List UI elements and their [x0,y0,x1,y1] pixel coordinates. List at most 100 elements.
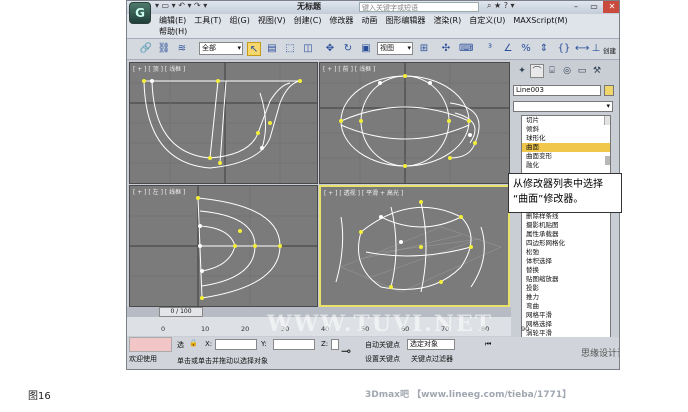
modifier-list-item[interactable]: 网格平滑 [522,311,610,320]
menu-item[interactable]: MAXScript(M) [513,16,567,25]
align-icon[interactable]: ⊥ [589,42,603,56]
menu-item[interactable]: 创建(C) [294,16,322,25]
modifier-list-item[interactable]: 松弛 [522,248,610,257]
title-icons[interactable]: ⌕ ★ ? ▾ [487,1,515,11]
menu-item[interactable]: 工具(T) [194,16,221,25]
modifier-list-item[interactable]: 删除样条线 [522,212,610,221]
menu-item[interactable]: 帮助(H) [159,27,187,36]
z-coordinate-field[interactable] [331,339,339,350]
y-label: Y: [261,340,267,348]
mirror-icon[interactable]: ⟷ [575,42,589,56]
front-view-drawing [320,63,509,183]
key-filter-select[interactable]: 选定对象 [407,339,455,350]
modifier-list-item[interactable]: 属性承载器 [522,230,610,239]
ref-coord-dropdown[interactable]: 视图 [377,42,413,55]
modifier-list-item[interactable]: 球形化 [522,134,610,143]
unlink-icon[interactable]: ⛓ [157,42,171,56]
object-color-swatch[interactable] [604,85,614,96]
modifier-list-item[interactable]: 投影 [522,284,610,293]
modifier-list-dropdown[interactable] [513,101,613,112]
menu-item[interactable]: 渲染(R) [433,16,461,25]
lock-icon[interactable]: 🔒 [189,339,198,347]
modifier-list-item[interactable]: 体积选择 [522,257,610,266]
go-to-start-icon[interactable]: ⏮ [485,340,491,349]
scale-icon[interactable]: ▣ [359,42,373,56]
quick-access-toolbar[interactable]: ▾ ▭ ▾ ↶ ▾ ↷ ▾ [155,1,207,10]
modifier-list-scrollbar[interactable] [604,116,610,165]
menu-item[interactable]: 编辑(E) [159,16,186,25]
modifier-list-item[interactable]: 摄影机贴图 [522,221,610,230]
menu-item[interactable]: 自定义(U) [469,16,505,25]
modifier-list-item[interactable]: 曲面变形 [522,152,610,161]
prompt-line: 单击或单击并拖动以选择对象 [177,357,268,365]
auto-key-button[interactable]: 自动关键点 [365,340,400,350]
hierarchy-tab-icon[interactable]: ⌸ [545,64,559,78]
create-tab-icon[interactable]: ✦ [515,64,529,78]
viewport-perspective[interactable]: [ + ] [ 透视 ] [ 平滑 + 高光 ] [319,185,510,307]
rotate-icon[interactable]: ↻ [341,42,355,56]
keyboard-shortcut-icon[interactable]: ⌨ [459,42,473,56]
top-view-drawing [130,63,317,183]
modifier-list[interactable]: 切片 倾斜 球形化 曲面 曲面变形 融化删除样条线 摄影机贴图 属性承载器 四边形网格化 松弛 体积… [521,115,611,369]
create-label[interactable]: 创建 [603,45,616,55]
modifier-list-item[interactable]: 替换 [522,266,610,275]
display-tab-icon[interactable]: ▭ [575,64,589,78]
selection-filter-dropdown[interactable]: 全部 [199,42,243,55]
key-filters-button[interactable]: 关键点过滤器 [411,354,453,364]
z-label: Z: [321,340,329,348]
link-icon[interactable]: 🔗 [139,42,153,56]
close-button[interactable]: ✕ [603,1,619,13]
set-key-button[interactable]: 设置关键点 [365,354,400,364]
maxscript-listener[interactable] [129,337,172,352]
scroll-thumb[interactable] [605,156,610,165]
track-bar-tick: 90 [521,325,530,333]
pivot-icon[interactable]: ⊞ [417,42,431,56]
track-bar-tick: 0 [161,325,166,333]
menu-item[interactable]: 组(G) [229,16,249,25]
named-sel-icon[interactable]: {} [557,42,571,56]
key-icon[interactable]: ⊸ [341,344,351,358]
viewport-left[interactable]: [ + ] [ 左 ] [ 线框 ] [129,185,318,307]
callout-line-2: “曲面”修改器。 [513,194,584,205]
search-input[interactable]: 键入关键字或短语 [359,2,479,12]
app-logo-icon[interactable]: G [129,2,151,24]
minimize-button[interactable]: – [567,1,585,13]
window-crossing-icon[interactable]: ◫ [301,42,315,56]
y-coordinate-field[interactable] [273,339,315,350]
utilities-tab-icon[interactable]: ⚒ [590,64,604,78]
modifier-list-item[interactable]: 贴图缩放器 [522,275,610,284]
rect-selection-icon[interactable]: ⬚ [283,42,297,56]
snap-3d-icon[interactable]: ³ [483,42,497,56]
title-bar: ▾ ▭ ▾ ↶ ▾ ↷ ▾ 无标题 键入关键字或短语 ⌕ ★ ? ▾ – ▭ ✕ [127,1,619,14]
object-name-field[interactable]: Line003 [513,85,601,96]
time-slider[interactable]: 0 / 100 [159,307,203,317]
menu-item[interactable]: 动画 [361,16,377,25]
modify-tab-icon[interactable]: ⌒ [530,64,544,78]
modifier-list-item[interactable]: 曲面 [522,143,610,152]
maximize-button[interactable]: ▭ [585,1,603,13]
manipulate-icon[interactable]: ✣ [439,42,453,56]
modifier-list-item[interactable]: 弯曲 [522,302,610,311]
spinner-snap-icon[interactable]: ⇕ [537,42,551,56]
motion-tab-icon[interactable]: ◎ [560,64,574,78]
select-object-icon[interactable]: ↖ [247,42,261,56]
watermark-text-2: 思缘设计论坛 WWW.MISSYUAN.COM [581,349,619,359]
viewport-front[interactable]: [ + ] [ 前 ] [ 线框 ] [319,62,510,184]
move-icon[interactable]: ✥ [323,42,337,56]
modifier-list-item[interactable]: 网格选择 [522,320,610,329]
menu-item[interactable]: 修改器 [329,16,353,25]
perspective-view-drawing [335,200,502,293]
x-coordinate-field[interactable] [215,339,257,350]
percent-snap-icon[interactable]: % [519,42,533,56]
bind-spacewarp-icon[interactable]: ≋ [175,42,189,56]
modifier-list-item[interactable]: 倾斜 [522,125,610,134]
menu-item[interactable]: 视图(V) [258,16,286,25]
modifier-list-item[interactable]: 四边形网格化 [522,239,610,248]
modifier-list-item[interactable]: 融化 [522,161,610,170]
angle-snap-icon[interactable]: ∠ [501,42,515,56]
menu-item[interactable]: 图形编辑器 [385,16,425,25]
select-by-name-icon[interactable]: ▤ [265,42,279,56]
viewport-top[interactable]: [ + ] [ 顶 ] [ 线框 ] [129,62,318,184]
modifier-list-item[interactable]: 切片 [522,116,610,125]
modifier-list-item[interactable]: 推力 [522,293,610,302]
